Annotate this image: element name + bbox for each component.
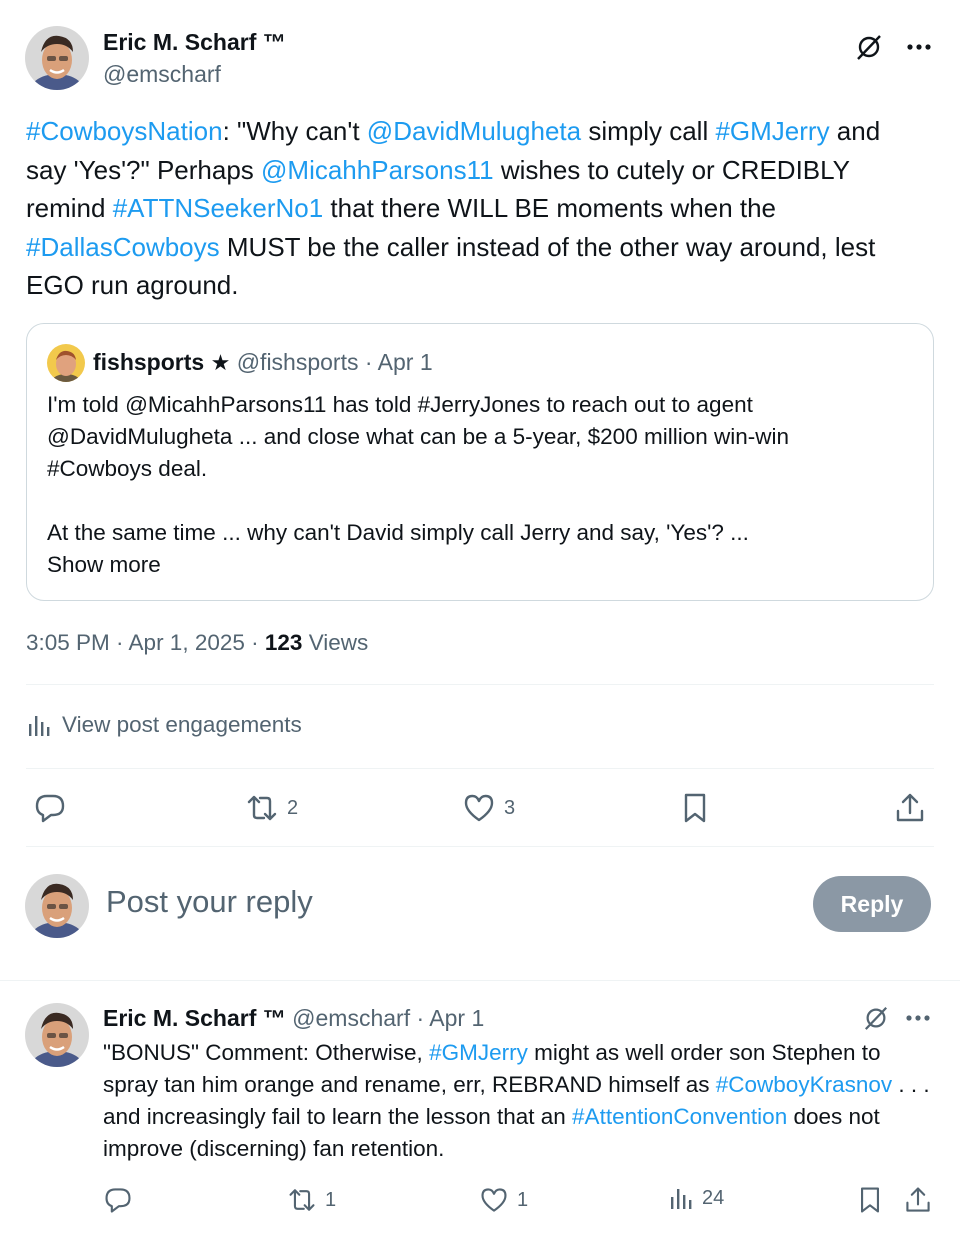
- repost-icon: [289, 1189, 315, 1211]
- text-segment: simply call: [581, 116, 716, 146]
- reply-icon: [35, 794, 65, 823]
- reply-like-count: 1: [517, 1188, 529, 1211]
- reply-share-button[interactable]: [903, 1185, 933, 1215]
- grok-icon[interactable]: [852, 30, 886, 64]
- author-handle[interactable]: @emscharf: [103, 61, 221, 88]
- quoted-avatar[interactable]: [47, 344, 85, 382]
- mention-link[interactable]: @DavidMulugheta: [367, 116, 581, 146]
- reply-button[interactable]: [33, 791, 67, 825]
- text-segment: that there WILL BE moments when the: [323, 193, 777, 223]
- views-count: 123: [264, 630, 303, 655]
- hashtag-link[interactable]: #ATTNSeekerNo1: [113, 193, 324, 223]
- quoted-paragraph-1: I'm told @MicahhParsons11 has told #Jerr…: [47, 392, 789, 481]
- bookmark-icon: [861, 1187, 879, 1213]
- hashtag-link[interactable]: #AttentionConvention: [572, 1104, 787, 1129]
- hashtag-link[interactable]: #GMJerry: [715, 116, 829, 146]
- reply-icon: [105, 1188, 131, 1213]
- reply-like-button[interactable]: 1: [479, 1185, 528, 1215]
- reply-text: "BONUS" Comment: Otherwise, #GMJerry mig…: [103, 1037, 933, 1165]
- text-segment: : "Why can't: [222, 116, 367, 146]
- reply-author-avatar[interactable]: [25, 1003, 89, 1067]
- share-button[interactable]: [893, 791, 927, 825]
- repost-button[interactable]: 2: [245, 791, 298, 825]
- grok-icon[interactable]: [860, 1002, 892, 1034]
- quoted-date[interactable]: · Apr 1: [365, 349, 433, 375]
- like-icon: [481, 1188, 507, 1212]
- author-avatar[interactable]: [25, 26, 89, 90]
- section-divider: [0, 980, 960, 981]
- hashtag-link[interactable]: #GMJerry: [429, 1040, 528, 1065]
- reply-views-button[interactable]: 24: [668, 1185, 724, 1211]
- quoted-author-handle[interactable]: @fishsports: [237, 349, 359, 375]
- view-engagements-label[interactable]: View post engagements: [62, 712, 302, 738]
- reply-repost-button[interactable]: 1: [287, 1185, 336, 1215]
- author-name[interactable]: Eric M. Scharf ™: [103, 29, 286, 56]
- divider: [26, 684, 934, 685]
- divider: [26, 768, 934, 769]
- share-icon: [896, 793, 924, 822]
- mention-link[interactable]: @MicahhParsons11: [261, 155, 494, 185]
- post-meta: 3:05 PM · Apr 1, 2025 · 123 Views: [26, 630, 368, 656]
- like-button[interactable]: 3: [462, 791, 515, 825]
- quoted-paragraph-2: At the same time ... why can't David sim…: [47, 520, 749, 545]
- quoted-author-name[interactable]: fishsports: [93, 349, 204, 375]
- show-more-link[interactable]: Show more: [47, 549, 161, 581]
- hashtag-link[interactable]: #DallasCowboys: [26, 232, 220, 262]
- reply-author-handle[interactable]: @emscharf: [292, 1005, 410, 1031]
- text-segment: "BONUS" Comment: Otherwise,: [103, 1040, 430, 1065]
- bookmark-icon: [684, 793, 706, 823]
- reply-views-count: 24: [702, 1186, 725, 1209]
- view-engagements-row[interactable]: View post engagements: [26, 712, 302, 738]
- hashtag-link[interactable]: #CowboyKrasnov: [716, 1072, 892, 1097]
- more-icon[interactable]: [902, 1002, 934, 1034]
- analytics-icon: [671, 1189, 692, 1209]
- reply-date[interactable]: · Apr 1: [417, 1005, 485, 1031]
- like-count: 3: [504, 796, 516, 819]
- like-icon: [464, 794, 494, 822]
- repost-icon: [247, 795, 277, 821]
- repost-count: 2: [287, 796, 299, 819]
- verified-star-icon: ★: [210, 350, 231, 375]
- hashtag-link[interactable]: #CowboysNation: [26, 116, 223, 146]
- reply-input[interactable]: Post your reply: [106, 884, 313, 920]
- reply-author-name[interactable]: Eric M. Scharf ™: [103, 1005, 286, 1031]
- post-text: #CowboysNation: "Why can't @DavidMulughe…: [26, 112, 926, 305]
- reply-submit-button[interactable]: Reply: [813, 876, 931, 932]
- analytics-icon: [29, 716, 50, 736]
- divider: [26, 846, 934, 847]
- reply-repost-count: 1: [325, 1188, 337, 1211]
- reply-reply-button[interactable]: [103, 1185, 133, 1215]
- views-label: Views: [302, 630, 369, 655]
- share-icon: [906, 1187, 930, 1212]
- post-timestamp[interactable]: 3:05 PM · Apr 1, 2025 ·: [26, 630, 265, 655]
- bookmark-button[interactable]: [678, 791, 712, 825]
- more-icon[interactable]: [902, 30, 936, 64]
- reply-bookmark-button[interactable]: [855, 1185, 885, 1215]
- quoted-post[interactable]: fishsports ★ @fishsports · Apr 1 I'm tol…: [26, 323, 934, 601]
- composer-avatar[interactable]: [25, 874, 89, 938]
